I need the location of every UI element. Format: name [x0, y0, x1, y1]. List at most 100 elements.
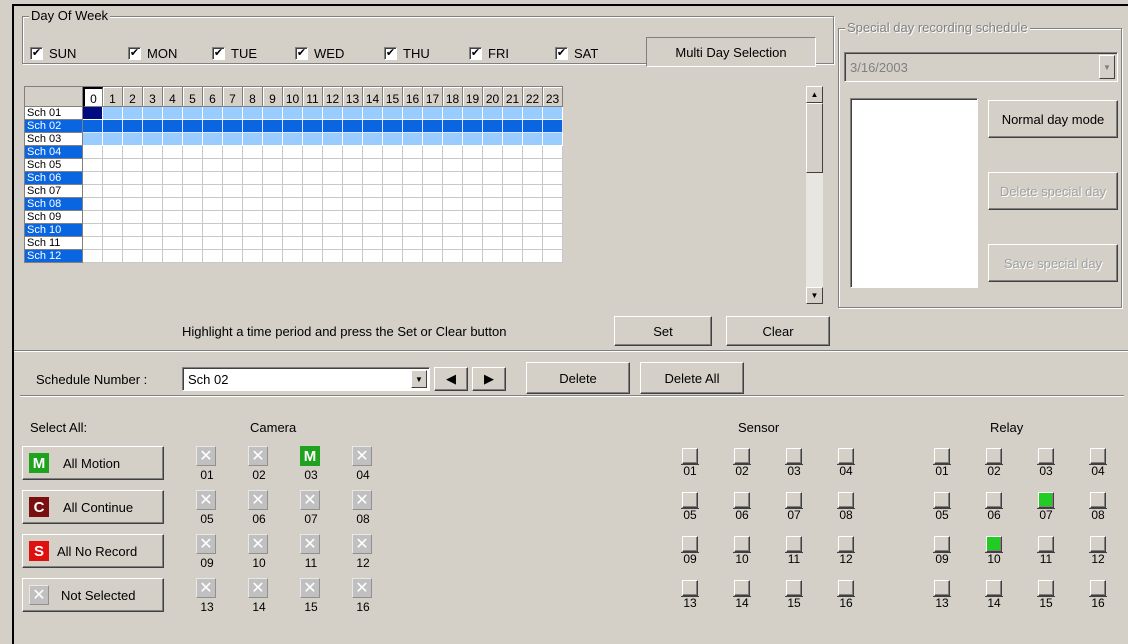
grid-cell[interactable] — [263, 185, 283, 198]
grid-cell[interactable] — [283, 146, 303, 159]
schedule-row-label[interactable]: Sch 07 — [25, 185, 83, 198]
hour-header[interactable]: 6 — [203, 87, 223, 107]
grid-cell[interactable] — [343, 198, 363, 211]
grid-cell[interactable] — [303, 211, 323, 224]
grid-cell[interactable] — [223, 237, 243, 250]
schedule-row[interactable]: Sch 07 — [25, 185, 563, 198]
grid-cell[interactable] — [243, 185, 263, 198]
grid-cell[interactable] — [483, 185, 503, 198]
grid-cell[interactable] — [403, 224, 423, 237]
grid-cell[interactable] — [303, 198, 323, 211]
hour-header[interactable]: 10 — [283, 87, 303, 107]
scroll-down-icon[interactable]: ▼ — [806, 287, 823, 304]
relay-01-toggle[interactable] — [934, 448, 950, 464]
grid-cell[interactable] — [183, 133, 203, 146]
grid-cell[interactable] — [303, 120, 323, 133]
grid-cell[interactable] — [383, 120, 403, 133]
schedule-row[interactable]: Sch 09 — [25, 211, 563, 224]
grid-cell[interactable] — [303, 185, 323, 198]
grid-cell[interactable] — [83, 185, 103, 198]
grid-cell[interactable] — [243, 107, 263, 120]
grid-cell[interactable] — [263, 146, 283, 159]
grid-cell[interactable] — [283, 120, 303, 133]
grid-cell[interactable] — [383, 107, 403, 120]
hour-header[interactable]: 2 — [123, 87, 143, 107]
grid-cell[interactable] — [363, 146, 383, 159]
grid-cell[interactable] — [543, 211, 563, 224]
grid-cell[interactable] — [303, 146, 323, 159]
grid-cell[interactable] — [103, 250, 123, 263]
grid-cell[interactable] — [503, 146, 523, 159]
grid-cell[interactable] — [523, 211, 543, 224]
hour-header[interactable]: 7 — [223, 87, 243, 107]
set-button[interactable]: Set — [614, 316, 712, 346]
grid-cell[interactable] — [343, 224, 363, 237]
grid-cell[interactable] — [503, 211, 523, 224]
grid-cell[interactable] — [443, 133, 463, 146]
hour-header[interactable]: 23 — [543, 87, 563, 107]
grid-cell[interactable] — [483, 120, 503, 133]
grid-cell[interactable] — [363, 172, 383, 185]
grid-cell[interactable] — [323, 172, 343, 185]
grid-cell[interactable] — [503, 250, 523, 263]
multi-day-selection-button[interactable]: Multi Day Selection — [646, 37, 816, 67]
grid-cell[interactable] — [283, 224, 303, 237]
hour-header[interactable]: 4 — [163, 87, 183, 107]
scroll-up-icon[interactable]: ▲ — [806, 86, 823, 103]
grid-cell[interactable] — [483, 250, 503, 263]
all-motion-button[interactable]: M All Motion — [22, 446, 164, 480]
grid-cell[interactable] — [223, 198, 243, 211]
next-schedule-button[interactable]: ▶ — [472, 367, 506, 391]
camera-02-not-selected-icon[interactable]: ✕ — [248, 446, 268, 466]
grid-cell[interactable] — [283, 250, 303, 263]
hour-header[interactable]: 1 — [103, 87, 123, 107]
grid-cell[interactable] — [323, 237, 343, 250]
grid-cell[interactable] — [523, 185, 543, 198]
day-checkbox-sun[interactable]: ✔ SUN — [30, 46, 76, 61]
grid-cell[interactable] — [203, 107, 223, 120]
checkmark-icon[interactable]: ✔ — [212, 47, 225, 60]
grid-cell[interactable] — [443, 211, 463, 224]
schedule-row-label[interactable]: Sch 03 — [25, 133, 83, 146]
grid-cell[interactable] — [383, 211, 403, 224]
grid-cell[interactable] — [323, 211, 343, 224]
camera-01-not-selected-icon[interactable]: ✕ — [196, 446, 216, 466]
grid-cell[interactable] — [323, 198, 343, 211]
grid-cell[interactable] — [203, 237, 223, 250]
grid-cell[interactable] — [503, 198, 523, 211]
grid-cell[interactable] — [423, 159, 443, 172]
grid-cell[interactable] — [203, 224, 223, 237]
grid-cell[interactable] — [83, 107, 103, 120]
grid-cell[interactable] — [203, 133, 223, 146]
grid-cell[interactable] — [423, 250, 443, 263]
hour-header[interactable]: 19 — [463, 87, 483, 107]
grid-cell[interactable] — [403, 146, 423, 159]
grid-cell[interactable] — [223, 159, 243, 172]
sensor-01-toggle[interactable] — [682, 448, 698, 464]
grid-cell[interactable] — [543, 120, 563, 133]
grid-cell[interactable] — [263, 211, 283, 224]
sensor-04-toggle[interactable] — [838, 448, 854, 464]
grid-cell[interactable] — [483, 133, 503, 146]
grid-cell[interactable] — [263, 107, 283, 120]
sensor-02-toggle[interactable] — [734, 448, 750, 464]
scroll-thumb[interactable] — [806, 103, 823, 173]
grid-cell[interactable] — [143, 107, 163, 120]
grid-cell[interactable] — [183, 211, 203, 224]
grid-cell[interactable] — [123, 107, 143, 120]
grid-cell[interactable] — [423, 211, 443, 224]
grid-cell[interactable] — [383, 198, 403, 211]
relay-12-toggle[interactable] — [1090, 536, 1106, 552]
grid-cell[interactable] — [443, 224, 463, 237]
grid-cell[interactable] — [383, 146, 403, 159]
grid-cell[interactable] — [123, 211, 143, 224]
camera-15-not-selected-icon[interactable]: ✕ — [300, 578, 320, 598]
grid-cell[interactable] — [543, 250, 563, 263]
relay-03-toggle[interactable] — [1038, 448, 1054, 464]
hour-header[interactable]: 20 — [483, 87, 503, 107]
schedule-row-label[interactable]: Sch 09 — [25, 211, 83, 224]
chevron-down-icon[interactable]: ▼ — [411, 370, 427, 388]
grid-cell[interactable] — [523, 250, 543, 263]
clear-button[interactable]: Clear — [726, 316, 830, 346]
grid-cell[interactable] — [203, 211, 223, 224]
